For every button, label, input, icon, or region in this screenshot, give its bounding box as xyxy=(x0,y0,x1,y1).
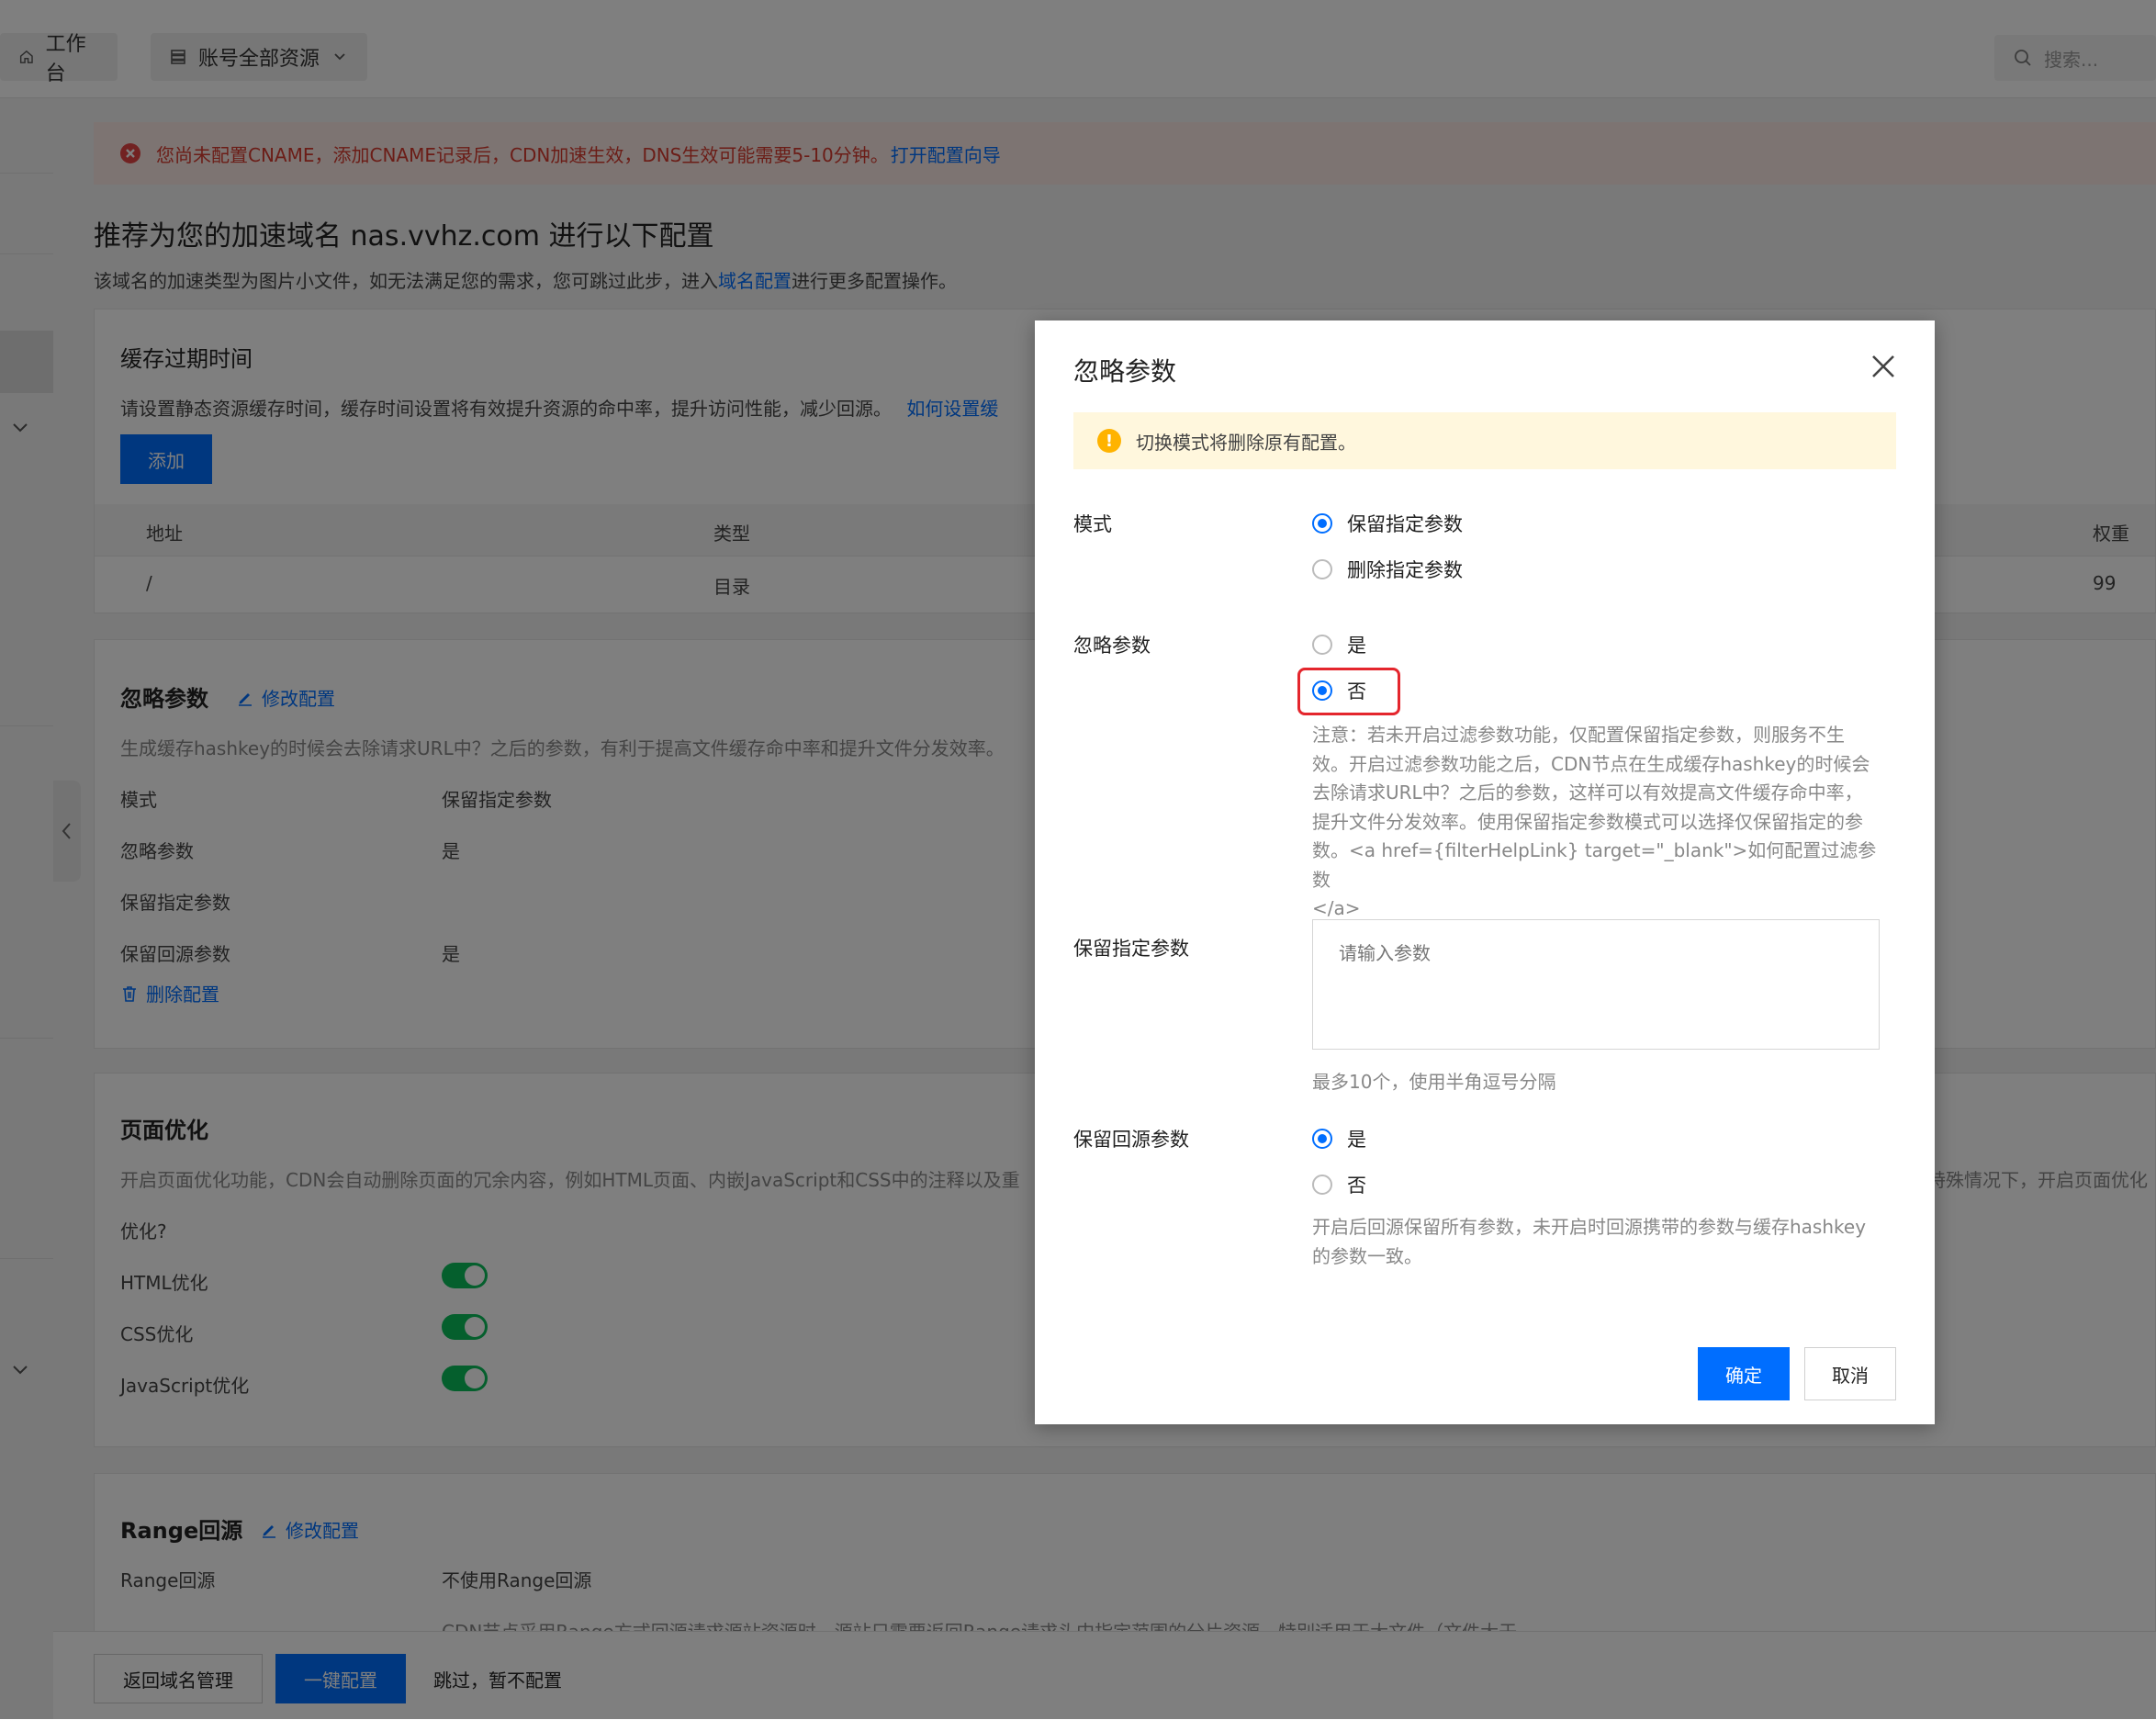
radio-circle xyxy=(1312,559,1332,579)
radio-circle xyxy=(1312,1175,1332,1195)
dialog-title: 忽略参数 xyxy=(1073,356,1177,387)
keep-params-input[interactable] xyxy=(1312,919,1880,1050)
note-line: 的参数一致。 xyxy=(1312,1244,1422,1267)
radio-label: 删除指定参数 xyxy=(1347,559,1463,581)
radio-circle-checked xyxy=(1312,513,1332,534)
radio-circle xyxy=(1312,635,1332,655)
radio-origin-no[interactable]: 否 xyxy=(1312,1171,1366,1198)
ignore-params-dialog: 忽略参数 ! 切换模式将删除原有配置。 模式 保留指定参数 删除指定参数 忽略参… xyxy=(1035,320,1935,1424)
ignore-label: 忽略参数 xyxy=(1073,635,1151,657)
radio-label: 否 xyxy=(1347,1175,1366,1197)
warning-banner: ! 切换模式将删除原有配置。 xyxy=(1073,412,1896,469)
origin-params-label: 保留回源参数 xyxy=(1073,1129,1189,1151)
confirm-button[interactable]: 确定 xyxy=(1698,1347,1790,1400)
radio-circle-checked xyxy=(1312,1129,1332,1149)
note-line: 数。<a href={filterHelpLink} target="_blan… xyxy=(1312,839,1877,891)
radio-delete-params[interactable]: 删除指定参数 xyxy=(1312,556,1463,583)
close-icon[interactable] xyxy=(1869,352,1898,381)
note-line: 开启后回源保留所有参数，未开启时回源携带的参数与缓存hashkey xyxy=(1312,1216,1867,1238)
note-line: 去除请求URL中？之后的参数，这样可以有效提高文件缓存命中率， xyxy=(1312,781,1863,804)
radio-ignore-yes[interactable]: 是 xyxy=(1312,631,1366,658)
radio-label: 保留指定参数 xyxy=(1347,513,1463,535)
origin-note: 开启后回源保留所有参数，未开启时回源携带的参数与缓存hashkey 的参数一致。 xyxy=(1312,1213,1892,1271)
cancel-button[interactable]: 取消 xyxy=(1804,1347,1896,1400)
warning-icon: ! xyxy=(1097,429,1121,453)
radio-keep-params[interactable]: 保留指定参数 xyxy=(1312,510,1463,537)
radio-label: 是 xyxy=(1347,1129,1366,1151)
warning-text: 切换模式将删除原有配置。 xyxy=(1136,431,1356,454)
mode-label: 模式 xyxy=(1073,513,1112,535)
radio-origin-yes[interactable]: 是 xyxy=(1312,1125,1366,1152)
radio-label: 是 xyxy=(1347,635,1366,657)
note-line: 注意：若未开启过滤参数功能，仅配置保留指定参数，则服务不生 xyxy=(1312,724,1845,746)
ignore-note: 注意：若未开启过滤参数功能，仅配置保留指定参数，则服务不生 效。开启过滤参数功能… xyxy=(1312,721,1892,924)
note-line: 提升文件分发效率。使用保留指定参数模式可以选择仅保留指定的参 xyxy=(1312,810,1863,833)
keep-params-hint: 最多10个，使用半角逗号分隔 xyxy=(1312,1071,1556,1093)
highlight-box xyxy=(1297,668,1400,715)
keep-params-label: 保留指定参数 xyxy=(1073,938,1189,960)
note-line: 效。开启过滤参数功能之后，CDN节点在生成缓存hashkey的时候会 xyxy=(1312,752,1870,775)
